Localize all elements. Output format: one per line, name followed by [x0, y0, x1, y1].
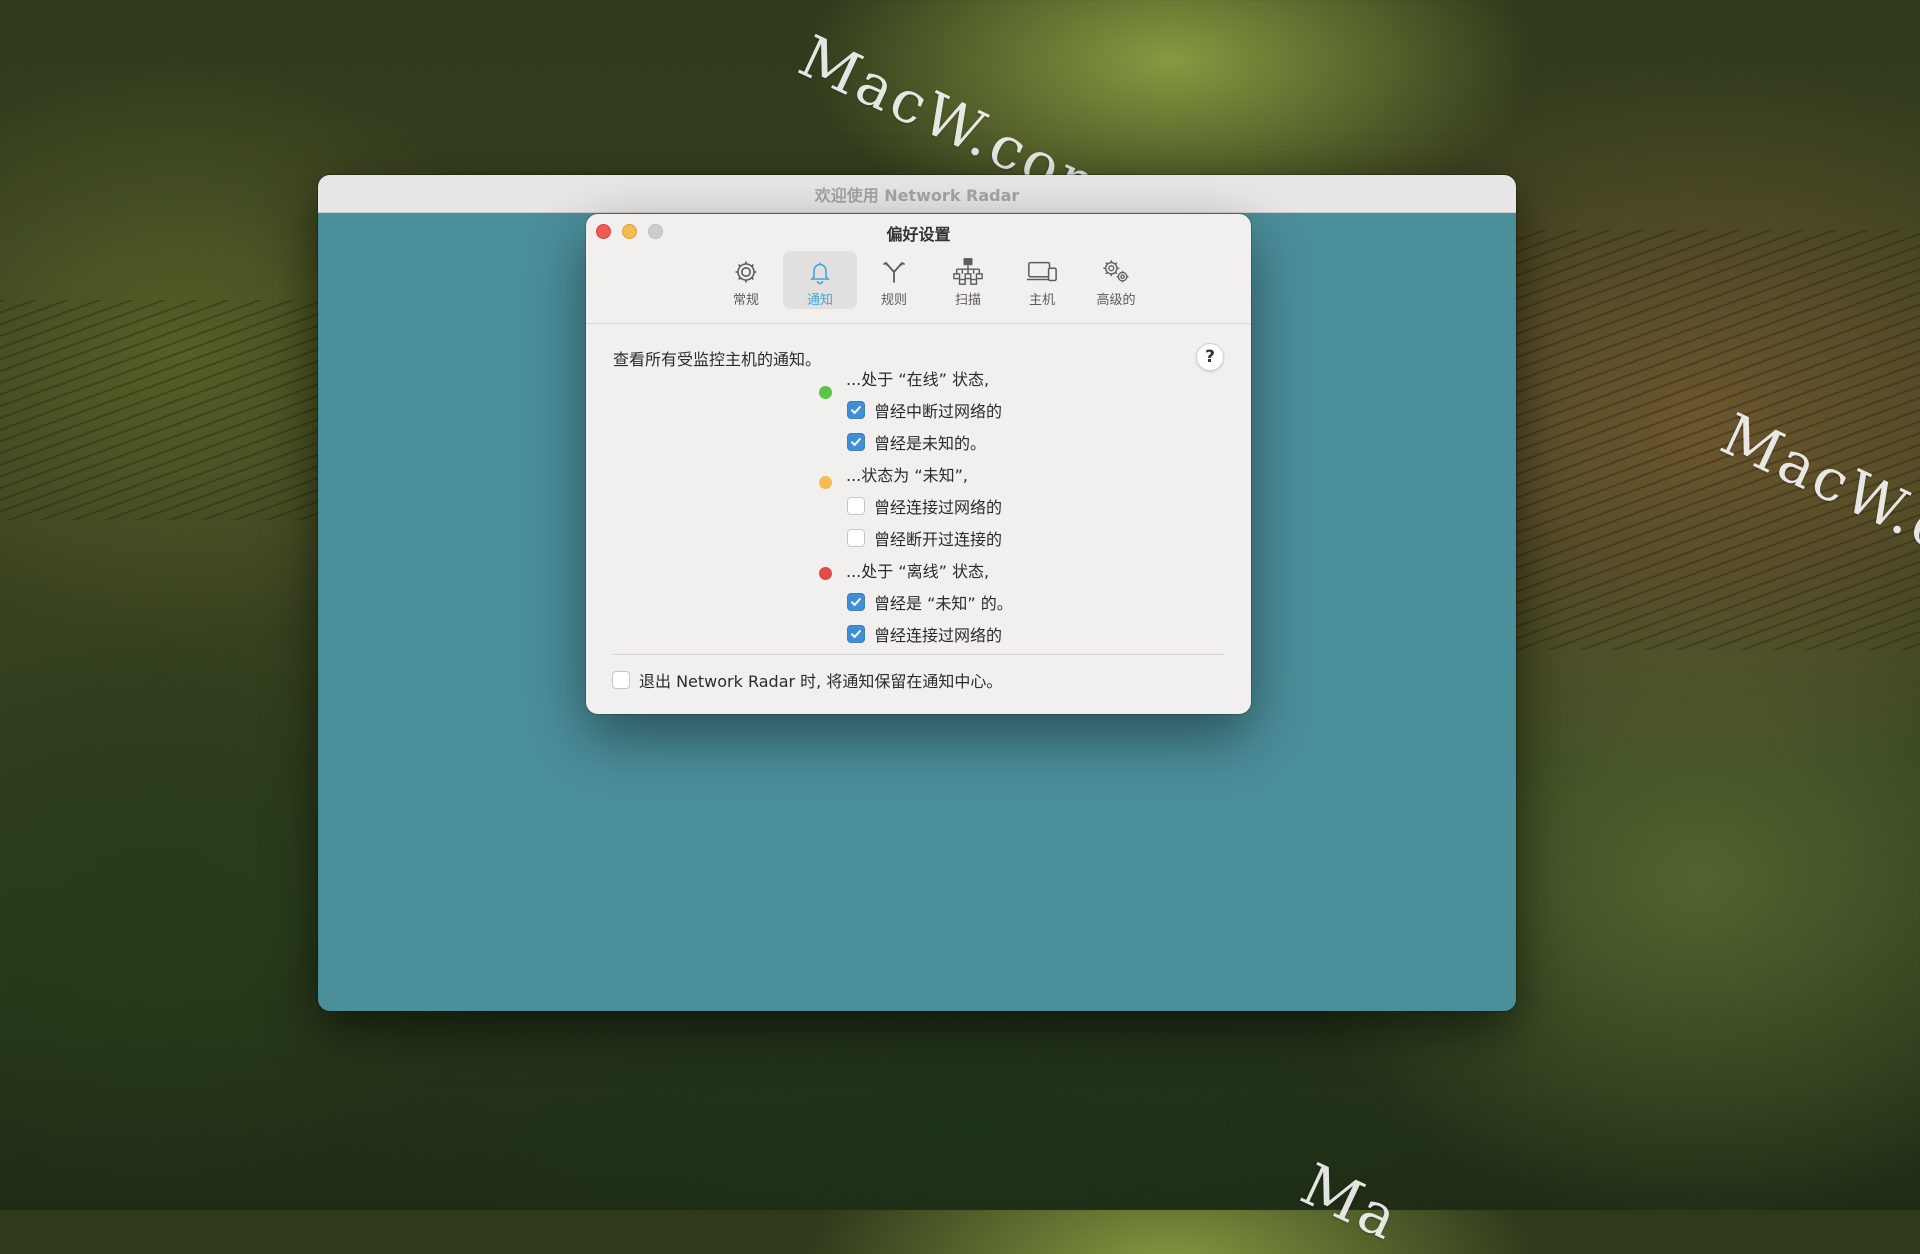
option-row[interactable]: 曾经中断过网络的: [847, 396, 1002, 424]
option-label: 曾经中断过网络的: [874, 402, 1003, 421]
main-window-title: 欢迎使用 Network Radar: [814, 185, 1020, 205]
preferences-toolbar: 常规 通知 规则 扫描 主机 高级的: [709, 251, 1153, 309]
checkbox-checked[interactable]: [847, 593, 865, 611]
tab-label: 高级的: [1096, 293, 1136, 308]
tab-label: 扫描: [954, 293, 981, 308]
tab-rules[interactable]: 规则: [857, 251, 931, 309]
tab-label: 通知: [806, 293, 833, 308]
option-label: 曾经连接过网络的: [874, 498, 1003, 517]
wallpaper-vineyard-right: [1510, 230, 1920, 650]
main-window-titlebar[interactable]: 欢迎使用 Network Radar: [318, 175, 1516, 213]
checkbox-unchecked[interactable]: [847, 529, 865, 547]
preferences-window: 偏好设置 常规 通知 规则 扫描 主机 高级的 查看所有受监控主机的通知。 ? …: [586, 214, 1251, 714]
divider: [612, 654, 1225, 655]
footer-option-label: 退出 Network Radar 时, 将通知保留在通知中心。: [639, 672, 1003, 691]
group-heading-label: ...处于 “在线” 状态,: [846, 370, 990, 389]
devices-icon: [1026, 257, 1058, 287]
tab-scan[interactable]: 扫描: [931, 251, 1005, 309]
group-heading-offline: ...处于 “离线” 状态,: [846, 556, 989, 584]
option-label: 曾经是未知的。: [874, 434, 987, 453]
network-tree-icon: [952, 257, 984, 287]
group-heading-label: ...处于 “离线” 状态,: [846, 562, 990, 581]
branch-icon: [878, 257, 910, 287]
checkmark-icon: [851, 406, 861, 414]
tab-hosts[interactable]: 主机: [1005, 251, 1079, 309]
group-heading-online: ...处于 “在线” 状态,: [846, 364, 989, 392]
option-label: 曾经断开过连接的: [874, 530, 1003, 549]
footer-option-row[interactable]: 退出 Network Radar 时, 将通知保留在通知中心。: [612, 666, 1002, 694]
checkbox-checked[interactable]: [847, 401, 865, 419]
checkbox-unchecked[interactable]: [847, 497, 865, 515]
checkbox-unchecked[interactable]: [612, 671, 630, 689]
option-row[interactable]: 曾经是 “未知” 的。: [847, 588, 1013, 616]
tab-general[interactable]: 常规: [709, 251, 783, 309]
status-dot-offline: [819, 567, 832, 580]
group-heading-unknown: ...状态为 “未知”,: [846, 460, 968, 488]
preferences-titlebar: 偏好设置 常规 通知 规则 扫描 主机 高级的: [586, 214, 1251, 324]
tab-advanced[interactable]: 高级的: [1079, 251, 1153, 309]
checkbox-checked[interactable]: [847, 625, 865, 643]
tab-label: 常规: [732, 293, 759, 308]
option-row[interactable]: 曾经连接过网络的: [847, 620, 1002, 648]
group-heading-label: ...状态为 “未知”,: [846, 466, 969, 485]
status-dot-online: [819, 386, 832, 399]
watermark: MacW.com: [1711, 400, 1920, 606]
tab-label: 规则: [880, 293, 907, 308]
gear-icon: [730, 257, 762, 287]
preferences-title: 偏好设置: [886, 225, 951, 244]
option-row[interactable]: 曾经是未知的。: [847, 428, 986, 456]
option-row[interactable]: 曾经断开过连接的: [847, 524, 1002, 552]
tab-label: 主机: [1028, 293, 1055, 308]
bell-icon: [804, 257, 836, 287]
intro-text: 查看所有受监控主机的通知。: [613, 350, 822, 369]
watermark: Ma: [1291, 1150, 1411, 1254]
option-row[interactable]: 曾经连接过网络的: [847, 492, 1002, 520]
checkmark-icon: [851, 438, 861, 446]
option-label: 曾经是 “未知” 的。: [874, 594, 1013, 613]
option-label: 曾经连接过网络的: [874, 626, 1003, 645]
wallpaper-vineyard-left: [0, 300, 340, 520]
checkbox-checked[interactable]: [847, 433, 865, 451]
tab-notifications[interactable]: 通知: [783, 251, 857, 309]
checkmark-icon: [851, 598, 861, 606]
status-dot-unknown: [819, 476, 832, 489]
help-button[interactable]: ?: [1196, 343, 1224, 371]
notifications-pane: 查看所有受监控主机的通知。 ? ...处于 “在线” 状态, 曾经中断过网络的 …: [586, 324, 1251, 714]
gears-icon: [1100, 257, 1132, 287]
checkmark-icon: [851, 630, 861, 638]
